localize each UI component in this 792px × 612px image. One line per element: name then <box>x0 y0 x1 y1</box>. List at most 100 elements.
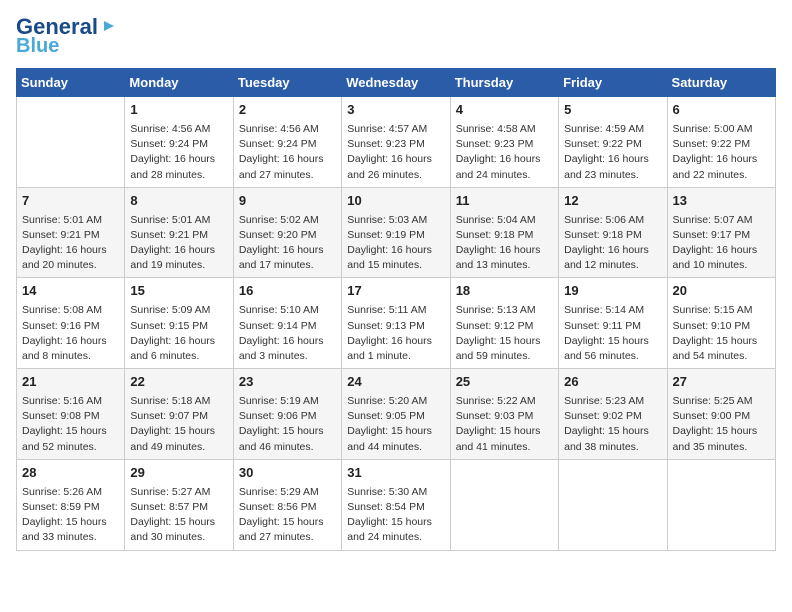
day-header-friday: Friday <box>559 69 667 97</box>
day-number: 19 <box>564 282 661 301</box>
calendar-cell: 4 Sunrise: 4:58 AM Sunset: 9:23 PM Daylight… <box>450 97 558 188</box>
cell-line: Sunset: 8:59 PM <box>22 501 100 513</box>
day-number: 21 <box>22 373 119 392</box>
cell-line: Sunset: 9:24 PM <box>130 138 208 150</box>
cell-line: Daylight: 15 hours <box>22 425 107 437</box>
calendar-cell: 27Sunrise: 5:25 AMSunset: 9:00 PMDayligh… <box>667 369 775 460</box>
cell-line: Daylight: 15 hours <box>239 425 324 437</box>
day-number: 1 <box>130 101 227 120</box>
cell-line: Sunrise: 5:18 AM <box>130 395 210 407</box>
day-header-thursday: Thursday <box>450 69 558 97</box>
day-header-monday: Monday <box>125 69 233 97</box>
cell-line: Sunset: 8:57 PM <box>130 501 208 513</box>
cell-line: Daylight: 16 hours <box>22 335 107 347</box>
cell-line: Daylight: 15 hours <box>130 425 215 437</box>
cell-line: Sunset: 9:24 PM <box>239 138 317 150</box>
cell-line: Daylight: 15 hours <box>456 425 541 437</box>
logo-blue: Blue <box>16 36 118 56</box>
cell-line: Daylight: 16 hours <box>22 244 107 256</box>
day-number: 24 <box>347 373 444 392</box>
calendar-cell: 9Sunrise: 5:02 AMSunset: 9:20 PMDaylight… <box>233 187 341 278</box>
cell-line: Daylight: 16 hours <box>239 244 324 256</box>
cell-line: Daylight: 16 hours <box>347 153 432 165</box>
calendar-table: SundayMondayTuesdayWednesdayThursdayFrid… <box>16 68 776 551</box>
cell-line: and 27 minutes. <box>239 531 314 543</box>
calendar-cell: 11Sunrise: 5:04 AMSunset: 9:18 PMDayligh… <box>450 187 558 278</box>
cell-line: Sunset: 9:23 PM <box>456 138 534 150</box>
cell-line: and 13 minutes. <box>456 259 531 271</box>
logo: General Blue <box>16 16 118 56</box>
cell-line: Sunrise: 5:26 AM <box>22 486 102 498</box>
calendar-cell: 18Sunrise: 5:13 AMSunset: 9:12 PMDayligh… <box>450 278 558 369</box>
calendar-cell: 29Sunrise: 5:27 AMSunset: 8:57 PMDayligh… <box>125 459 233 550</box>
cell-line: Daylight: 15 hours <box>239 516 324 528</box>
calendar-cell: 14Sunrise: 5:08 AMSunset: 9:16 PMDayligh… <box>17 278 125 369</box>
cell-line: Sunset: 9:23 PM <box>347 138 425 150</box>
cell-line: Sunset: 8:54 PM <box>347 501 425 513</box>
cell-line: Sunrise: 5:01 AM <box>130 214 210 226</box>
cell-line: Sunset: 9:18 PM <box>456 229 534 241</box>
cell-line: Sunrise: 5:08 AM <box>22 304 102 316</box>
cell-line: Sunrise: 5:20 AM <box>347 395 427 407</box>
calendar-cell: 20Sunrise: 5:15 AMSunset: 9:10 PMDayligh… <box>667 278 775 369</box>
day-header-tuesday: Tuesday <box>233 69 341 97</box>
day-number: 6 <box>673 101 770 120</box>
cell-line: Daylight: 16 hours <box>130 153 215 165</box>
cell-line: Sunset: 9:19 PM <box>347 229 425 241</box>
day-number: 7 <box>22 192 119 211</box>
day-number: 2 <box>239 101 336 120</box>
cell-line: Daylight: 16 hours <box>673 244 758 256</box>
cell-line: Sunset: 9:22 PM <box>564 138 642 150</box>
day-number: 30 <box>239 464 336 483</box>
cell-line: Sunrise: 5:06 AM <box>564 214 644 226</box>
calendar-cell: 13Sunrise: 5:07 AMSunset: 9:17 PMDayligh… <box>667 187 775 278</box>
cell-line: Sunset: 9:18 PM <box>564 229 642 241</box>
cell-line: Sunrise: 4:56 AM <box>130 123 210 135</box>
calendar-cell: 26Sunrise: 5:23 AMSunset: 9:02 PMDayligh… <box>559 369 667 460</box>
calendar-cell: 6Sunrise: 5:00 AMSunset: 9:22 PMDaylight… <box>667 97 775 188</box>
cell-line: Sunset: 9:07 PM <box>130 410 208 422</box>
calendar-cell: 17Sunrise: 5:11 AMSunset: 9:13 PMDayligh… <box>342 278 450 369</box>
cell-line: Sunrise: 5:04 AM <box>456 214 536 226</box>
cell-line: and 10 minutes. <box>673 259 748 271</box>
calendar-cell: 24Sunrise: 5:20 AMSunset: 9:05 PMDayligh… <box>342 369 450 460</box>
day-number: 17 <box>347 282 444 301</box>
calendar-cell <box>559 459 667 550</box>
day-number: 15 <box>130 282 227 301</box>
calendar-cell: 16Sunrise: 5:10 AMSunset: 9:14 PMDayligh… <box>233 278 341 369</box>
cell-line: Daylight: 15 hours <box>22 516 107 528</box>
calendar-cell: 1 Sunrise: 4:56 AM Sunset: 9:24 PM Daylight… <box>125 97 233 188</box>
cell-line: and 26 minutes. <box>347 169 422 181</box>
cell-line: Daylight: 15 hours <box>456 335 541 347</box>
cell-line: and 49 minutes. <box>130 441 205 453</box>
cell-line: Sunrise: 5:03 AM <box>347 214 427 226</box>
calendar-cell: 22Sunrise: 5:18 AMSunset: 9:07 PMDayligh… <box>125 369 233 460</box>
cell-line: Sunrise: 5:27 AM <box>130 486 210 498</box>
cell-line: Sunset: 9:11 PM <box>564 320 641 332</box>
cell-line: Daylight: 15 hours <box>673 425 758 437</box>
cell-line: Sunrise: 4:58 AM <box>456 123 536 135</box>
day-number: 23 <box>239 373 336 392</box>
week-row-1: 1 Sunrise: 4:56 AM Sunset: 9:24 PM Daylight… <box>17 97 776 188</box>
day-number: 4 <box>456 101 553 120</box>
cell-line: Sunset: 9:13 PM <box>347 320 425 332</box>
cell-line: Sunset: 9:06 PM <box>239 410 317 422</box>
cell-line: and 12 minutes. <box>564 259 639 271</box>
cell-line: Daylight: 16 hours <box>130 244 215 256</box>
cell-line: Daylight: 16 hours <box>456 153 541 165</box>
cell-line: and 20 minutes. <box>22 259 97 271</box>
day-header-sunday: Sunday <box>17 69 125 97</box>
cell-line: Sunrise: 5:10 AM <box>239 304 319 316</box>
cell-line: Sunset: 9:12 PM <box>456 320 534 332</box>
cell-line: and 22 minutes. <box>673 169 748 181</box>
calendar-cell: 15Sunrise: 5:09 AMSunset: 9:15 PMDayligh… <box>125 278 233 369</box>
cell-line: Sunset: 9:00 PM <box>673 410 751 422</box>
cell-line: and 19 minutes. <box>130 259 205 271</box>
cell-line: and 1 minute. <box>347 350 411 362</box>
day-number: 25 <box>456 373 553 392</box>
header: General Blue <box>16 16 776 56</box>
cell-line: Sunset: 9:21 PM <box>22 229 100 241</box>
calendar-cell: 28Sunrise: 5:26 AMSunset: 8:59 PMDayligh… <box>17 459 125 550</box>
logo-icon <box>100 17 118 35</box>
cell-line: and 33 minutes. <box>22 531 97 543</box>
